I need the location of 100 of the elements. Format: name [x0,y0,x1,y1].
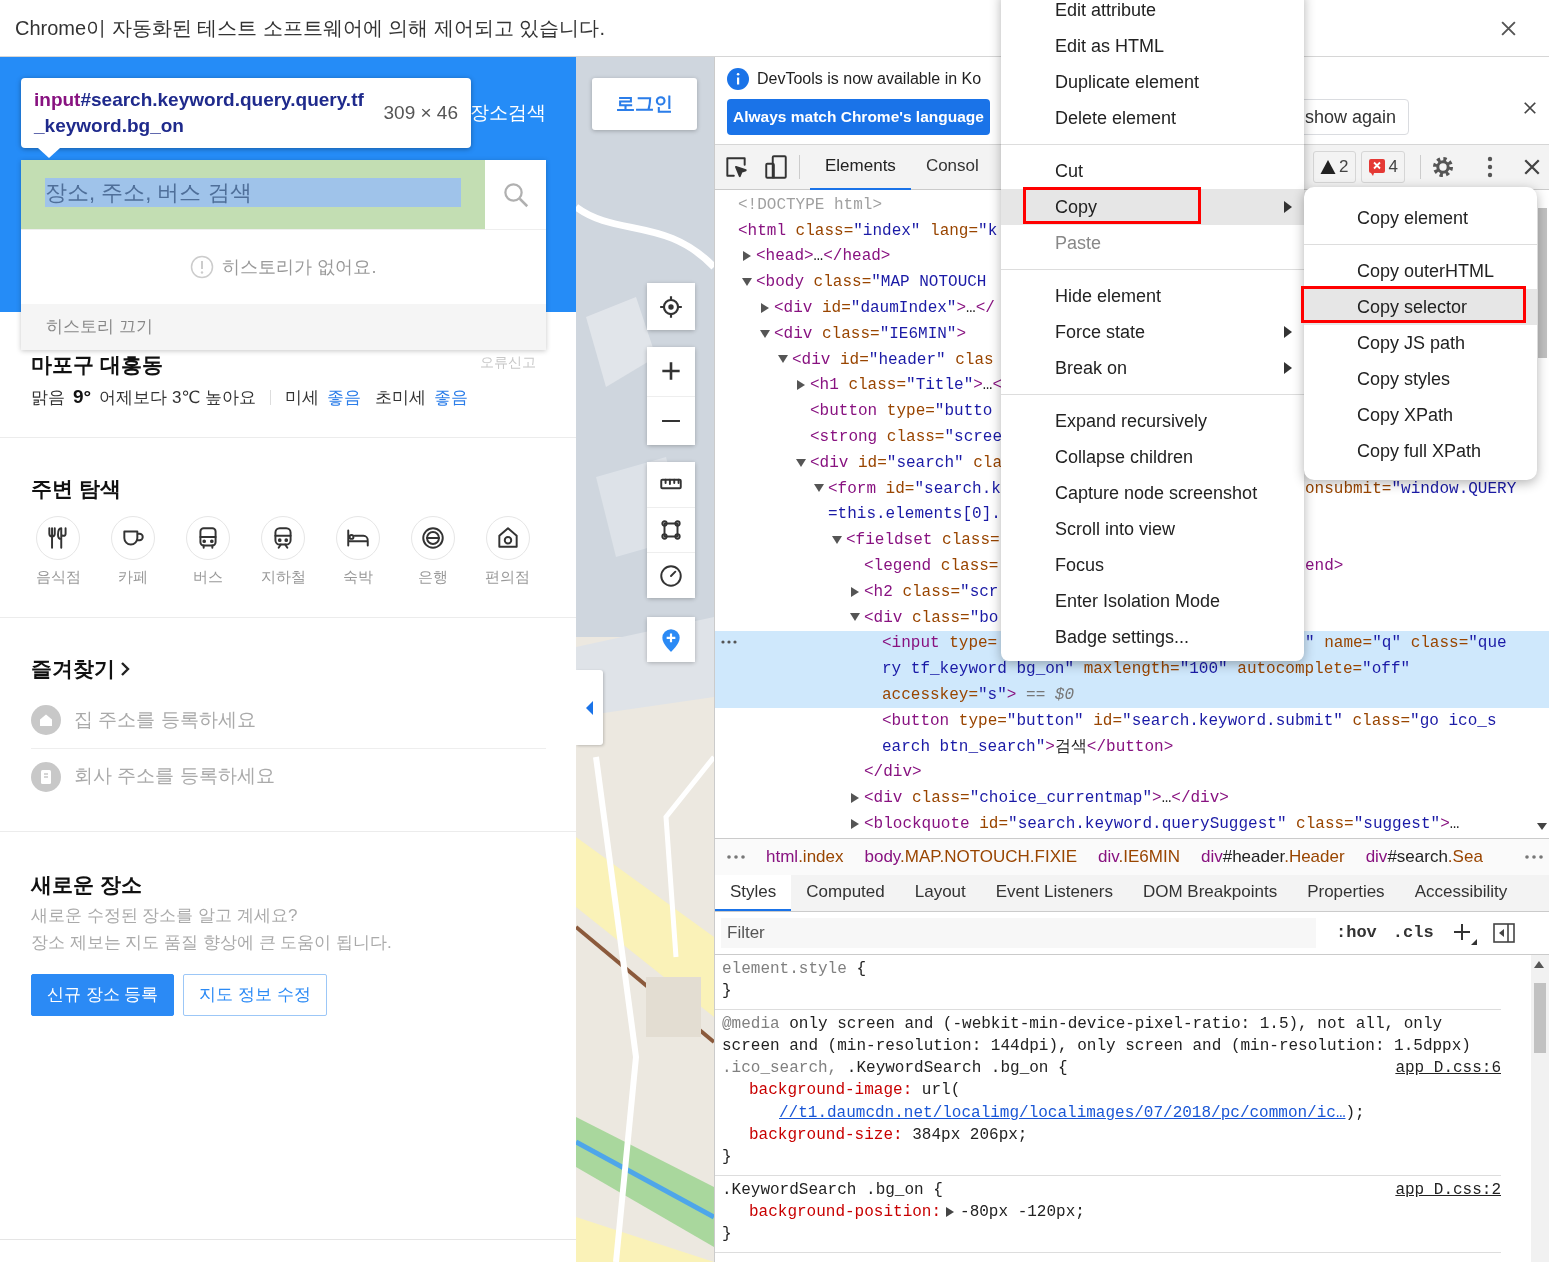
menu-item[interactable]: Focus [1001,547,1304,583]
language-button[interactable]: Always match Chrome's language [727,99,990,135]
dom-code-text: <html class="index" lang="k [738,221,998,240]
sidebar-tab[interactable]: Event Listeners [980,875,1128,911]
style-toggle-button[interactable]: .cls [1384,920,1442,946]
category-button[interactable] [261,516,305,560]
sidebar-tab[interactable]: Accessibility [1399,875,1523,911]
menu-item[interactable]: Cut [1001,153,1304,189]
caret-down-icon[interactable] [850,613,860,622]
source-link[interactable]: app_D.css:2 [1395,1178,1501,1201]
sidebar-tab[interactable]: Styles [715,875,792,911]
breadcrumb[interactable]: div#header.Header [1200,844,1345,870]
caret-right-icon[interactable] [851,793,859,803]
caret-right-icon[interactable] [851,586,859,597]
device-icon[interactable] [763,154,789,180]
category-button[interactable] [335,516,380,560]
style-toggle-button[interactable]: :hov [1328,920,1385,946]
more-options-icon[interactable] [721,639,737,644]
menu-item[interactable]: Copy full XPath [1304,433,1537,469]
breadcrumb[interactable]: body.MAP.NOTOUCH.FIXIE [864,844,1078,870]
breadcrumb[interactable]: div#search.Sea [1365,844,1483,870]
more-icon[interactable] [727,855,745,859]
css-selector: element.style { [722,959,867,980]
menu-item[interactable]: Enter Isolation Mode [1001,583,1304,619]
breadcrumb[interactable]: html.index [766,844,844,870]
add-place-button[interactable] [647,617,695,662]
caret-down-icon[interactable] [832,536,842,544]
sidebar-tab[interactable]: DOM Breakpoints [1127,875,1293,911]
caret-down-icon[interactable] [814,484,824,493]
menu-item[interactable]: Scroll into view [1001,511,1304,547]
scrollbar-thumb[interactable] [1534,983,1546,1053]
menu-item[interactable]: Copy [1001,189,1304,225]
scroll-down-arrow-icon[interactable] [1537,823,1547,830]
menu-item[interactable]: Capture node screenshot [1001,475,1304,511]
more-vertical-icon[interactable] [1487,156,1493,178]
menu-item[interactable]: Copy styles [1304,361,1537,397]
menu-item[interactable]: Edit attribute [1001,0,1304,28]
category-button[interactable] [36,516,81,560]
errors-button[interactable]: 4 [1360,151,1405,183]
sidebar-tab[interactable]: Layout [899,875,981,911]
close-icon[interactable] [1523,158,1541,176]
zoom-in-button[interactable] [647,347,695,396]
scroll-up-arrow-icon[interactable] [1534,961,1544,968]
menu-item[interactable]: Copy selector [1304,289,1537,325]
menu-item[interactable]: Force state [1001,314,1304,350]
settings-icon[interactable] [1431,155,1455,179]
menu-item[interactable]: Break on [1001,350,1304,386]
sidebar-tab[interactable]: Properties [1292,875,1400,911]
caret-right-icon[interactable] [797,380,805,391]
warnings-button[interactable]: 2 [1313,151,1356,183]
category-button[interactable] [111,516,156,560]
plus-icon[interactable] [1451,921,1478,945]
distance-button[interactable] [647,462,695,507]
sidebar-tab[interactable]: Computed [791,875,900,911]
category-button[interactable] [410,516,455,560]
dust-label: 초미세 [375,386,427,409]
dust-level-link[interactable]: 좋음 [434,384,469,410]
login-button[interactable]: 로그인 [592,78,697,130]
category-label: 편의점 [485,567,531,587]
caret-right-icon[interactable] [743,251,751,262]
caret-right-icon[interactable] [851,818,859,829]
locate-button[interactable] [647,283,695,330]
caret-down-icon[interactable] [760,329,770,338]
caret-down-icon[interactable] [742,278,752,287]
caret-down-icon[interactable] [796,458,806,467]
caret-down-icon[interactable] [778,355,788,364]
panel-collapse-button[interactable] [576,670,603,745]
edit-map-button[interactable]: 지도 정보 수정 [183,974,327,1016]
css-selector: .ico_search, .KeywordSearch .bg_on { [722,1058,1068,1080]
sidebar-toggle-icon[interactable] [1491,921,1516,945]
section-title[interactable]: 즐겨찾기 [31,656,115,682]
section-title: 새로운 장소 [31,872,143,898]
menu-item[interactable]: Hide element [1001,278,1304,314]
menu-item[interactable]: Copy JS path [1304,325,1537,361]
source-link[interactable]: app_D.css:6 [1395,1057,1501,1080]
menu-item[interactable]: Duplicate element [1001,64,1304,100]
expand-triangle-icon[interactable] [946,1207,955,1218]
menu-item[interactable]: Copy outerHTML [1304,253,1537,289]
scrollbar-thumb[interactable] [1538,208,1547,358]
menu-item[interactable]: Edit as HTML [1001,28,1304,64]
breadcrumb[interactable]: div.IE6MIN [1098,844,1180,870]
close-icon[interactable] [1500,19,1517,37]
filter-field[interactable]: Filter [721,918,1316,948]
panel-tab[interactable]: Elements [810,144,911,190]
caret-right-icon[interactable] [761,302,769,313]
close-icon[interactable] [1523,101,1537,115]
category-button[interactable] [186,516,231,560]
menu-item[interactable]: Expand recursively [1001,403,1304,439]
menu-item[interactable]: Copy element [1304,200,1537,236]
category-button[interactable] [485,516,530,560]
more-icon[interactable] [1525,855,1543,859]
menu-item[interactable]: Copy XPath [1304,397,1537,433]
dust-level-link[interactable]: 좋음 [327,384,362,410]
panel-tab[interactable]: Consol [910,144,994,190]
radius-button[interactable] [647,552,695,598]
area-button[interactable] [647,506,695,553]
search-field[interactable]: 장소, 주소, 버스 검색 [21,160,485,229]
inspect-icon[interactable] [723,154,749,180]
url-link[interactable]: //t1.daumcdn.net/localimg/localimages/07/2018/pc/common/ic… [779,1103,1346,1122]
menu-item[interactable]: Collapse children [1001,439,1304,475]
